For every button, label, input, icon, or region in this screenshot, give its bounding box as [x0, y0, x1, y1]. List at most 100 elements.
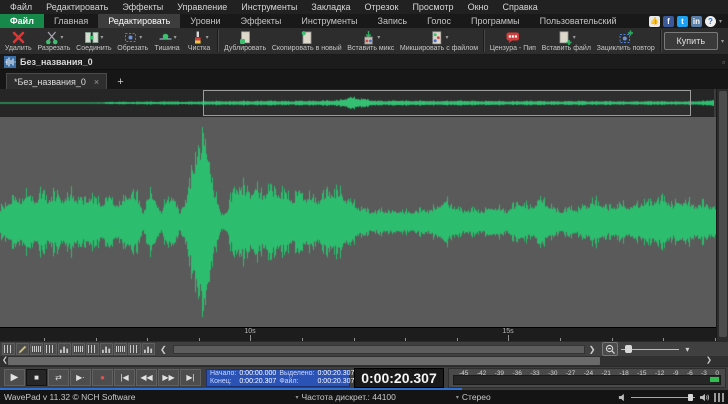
sample-rate-label[interactable]: Частота дискрет.: 44100 — [301, 392, 395, 402]
skip-start-button[interactable]: |◀ — [114, 369, 135, 386]
fast-forward-button[interactable]: ▶▶ — [158, 369, 179, 386]
toolbar-button-join[interactable]: ▾Соединить — [73, 29, 114, 53]
ribbon-tab-эффекты[interactable]: Эффекты — [230, 14, 291, 28]
zoom-slider[interactable] — [621, 343, 679, 355]
dropdown-caret-icon[interactable]: ▾ — [573, 34, 576, 41]
toolbar-button-paste-mix[interactable]: ▾Вставить микс — [344, 29, 397, 53]
toolbar-button-cleanup[interactable]: ▾Чистка — [183, 29, 215, 53]
horizontal-scrollbar-thumb[interactable] — [8, 357, 600, 365]
tools-scroll-track[interactable] — [173, 345, 585, 354]
wave-dense-tool-button[interactable] — [44, 343, 57, 355]
ribbon-tab-главная[interactable]: Главная — [44, 14, 98, 28]
wave-small-tool-button[interactable] — [30, 343, 43, 355]
pencil-tool-button[interactable] — [16, 343, 29, 355]
like-icon[interactable]: 👍 — [649, 16, 660, 27]
new-tab-button[interactable]: + — [111, 74, 129, 89]
volume-min-icon[interactable] — [618, 393, 627, 402]
timeline-ruler[interactable]: 10s15s — [0, 327, 716, 342]
tab-close-icon[interactable]: × — [94, 77, 99, 87]
zoom-out-button[interactable] — [602, 342, 618, 356]
stop-button[interactable]: ■ — [26, 369, 47, 386]
toolbar-button-delete[interactable]: Удалить — [2, 29, 35, 53]
vertical-scrollbar-thumb[interactable] — [719, 91, 727, 337]
toolbar-button-silence[interactable]: ▾Тишина — [151, 29, 183, 53]
buy-caret-icon[interactable]: ▾ — [721, 38, 724, 45]
dropdown-caret-icon[interactable]: ▾ — [445, 34, 448, 41]
menu-item-10[interactable]: Справка — [496, 1, 543, 13]
menu-item-6[interactable]: Закладка — [305, 1, 356, 13]
toolbar-button-trim[interactable]: ▾Обрезать — [114, 29, 151, 53]
volume-slider[interactable] — [631, 392, 695, 402]
menu-item-8[interactable]: Просмотр — [406, 1, 459, 13]
panel-collapse-icon[interactable]: ▾ — [681, 345, 693, 354]
spectrogram-tool-button[interactable] — [128, 343, 141, 355]
menu-item-3[interactable]: Эффекты — [116, 1, 169, 13]
play-selection-button[interactable]: ▶· — [70, 369, 91, 386]
dropdown-caret-icon[interactable]: ▾ — [174, 34, 177, 41]
cut-ratio-tool-button[interactable] — [86, 343, 99, 355]
tools-scroll-left-icon[interactable]: ❮ — [156, 345, 171, 354]
rewind-button[interactable]: ◀◀ — [136, 369, 157, 386]
buy-button[interactable]: Купить — [664, 32, 718, 50]
playlist-tool-button[interactable] — [142, 343, 155, 355]
vertical-scrollbar[interactable] — [716, 89, 728, 341]
ribbon-tab-запись[interactable]: Запись — [368, 14, 418, 28]
menu-item-1[interactable]: Файл — [4, 1, 38, 13]
resize-grip-icon[interactable] — [714, 393, 724, 402]
menu-item-5[interactable]: Инструменты — [235, 1, 303, 13]
ribbon-tab-файл[interactable]: Файл — [0, 14, 44, 28]
ribbon-tab-пользовательский[interactable]: Пользовательский — [530, 14, 627, 28]
spectrum-tool-button[interactable] — [114, 343, 127, 355]
toolbar-button-censor[interactable]: Цензура - Пип — [487, 29, 539, 53]
channels-caret-icon[interactable]: ▾ — [456, 394, 459, 401]
channels-label[interactable]: Стерео — [462, 392, 491, 402]
ribbon-tab-уровни[interactable]: Уровни — [180, 14, 230, 28]
levels-tool-button[interactable] — [100, 343, 113, 355]
main-waveform-canvas[interactable] — [0, 117, 716, 327]
play-button[interactable]: ▶ — [4, 369, 25, 386]
wave-edit-tool-button[interactable] — [2, 343, 15, 355]
dropdown-caret-icon[interactable]: ▾ — [100, 34, 103, 41]
ribbon-tab-инструменты[interactable]: Инструменты — [291, 14, 367, 28]
help-caret-icon[interactable]: ▾ — [719, 18, 722, 25]
overview-selection-box[interactable] — [203, 90, 691, 116]
overview-waveform-strip[interactable] — [0, 89, 714, 118]
facebook-icon[interactable]: f — [663, 16, 674, 27]
dropdown-caret-icon[interactable]: ▾ — [60, 34, 63, 41]
linkedin-icon[interactable]: in — [691, 16, 702, 27]
toolbar-button-loop-repeat[interactable]: Зациклить повтор — [594, 29, 658, 53]
loop-button[interactable]: ⇄ — [48, 369, 69, 386]
ribbon-tab-редактировать[interactable]: Редактировать — [98, 14, 180, 28]
toolbar-button-insert-file[interactable]: ▾Вставить файл — [539, 29, 594, 53]
sample-rate-caret-icon[interactable]: ▾ — [295, 394, 298, 401]
main-waveform-area[interactable] — [0, 117, 716, 327]
wave-multi-tool-button[interactable] — [58, 343, 71, 355]
horizontal-scrollbar[interactable]: ❮ ❯ — [0, 356, 728, 366]
toolbar-button-split[interactable]: ▾Разрезать — [35, 29, 74, 53]
record-button[interactable]: ● — [92, 369, 113, 386]
menu-item-9[interactable]: Окно — [462, 1, 495, 13]
skip-end-button[interactable]: ▶| — [180, 369, 201, 386]
dropdown-caret-icon[interactable]: ▾ — [377, 34, 380, 41]
document-tab[interactable]: *Без_названия_0 × — [6, 73, 107, 89]
window-restore-icon[interactable]: ▫ — [722, 58, 725, 67]
toolbar-button-duplicate[interactable]: Дублировать — [221, 29, 269, 53]
zoom-slider-knob[interactable] — [625, 345, 632, 353]
dropdown-caret-icon[interactable]: ▾ — [139, 34, 142, 41]
tools-scroll-right-icon[interactable]: ❯ — [585, 345, 600, 354]
twitter-icon[interactable]: t — [677, 16, 688, 27]
volume-slider-knob[interactable] — [688, 394, 693, 401]
toolbar-button-copy-new[interactable]: Скопировать в новый — [269, 29, 344, 53]
ribbon-tab-голос[interactable]: Голос — [417, 14, 461, 28]
volume-max-icon[interactable] — [699, 393, 710, 402]
ribbon-tab-программы[interactable]: Программы — [461, 14, 530, 28]
menu-item-7[interactable]: Отрезок — [359, 1, 405, 13]
toolbar-button-mix-file[interactable]: ▾Микшировать с файлом — [397, 29, 481, 53]
dropdown-caret-icon[interactable]: ▾ — [206, 34, 209, 41]
scrub-tool-button[interactable] — [72, 343, 85, 355]
hscroll-left-icon[interactable]: ❮ — [2, 356, 8, 366]
menu-item-2[interactable]: Редактировать — [40, 1, 114, 13]
help-icon[interactable]: ? — [705, 16, 716, 27]
hscroll-right-icon[interactable]: ❯ — [706, 356, 712, 366]
menu-item-4[interactable]: Управление — [171, 1, 233, 13]
